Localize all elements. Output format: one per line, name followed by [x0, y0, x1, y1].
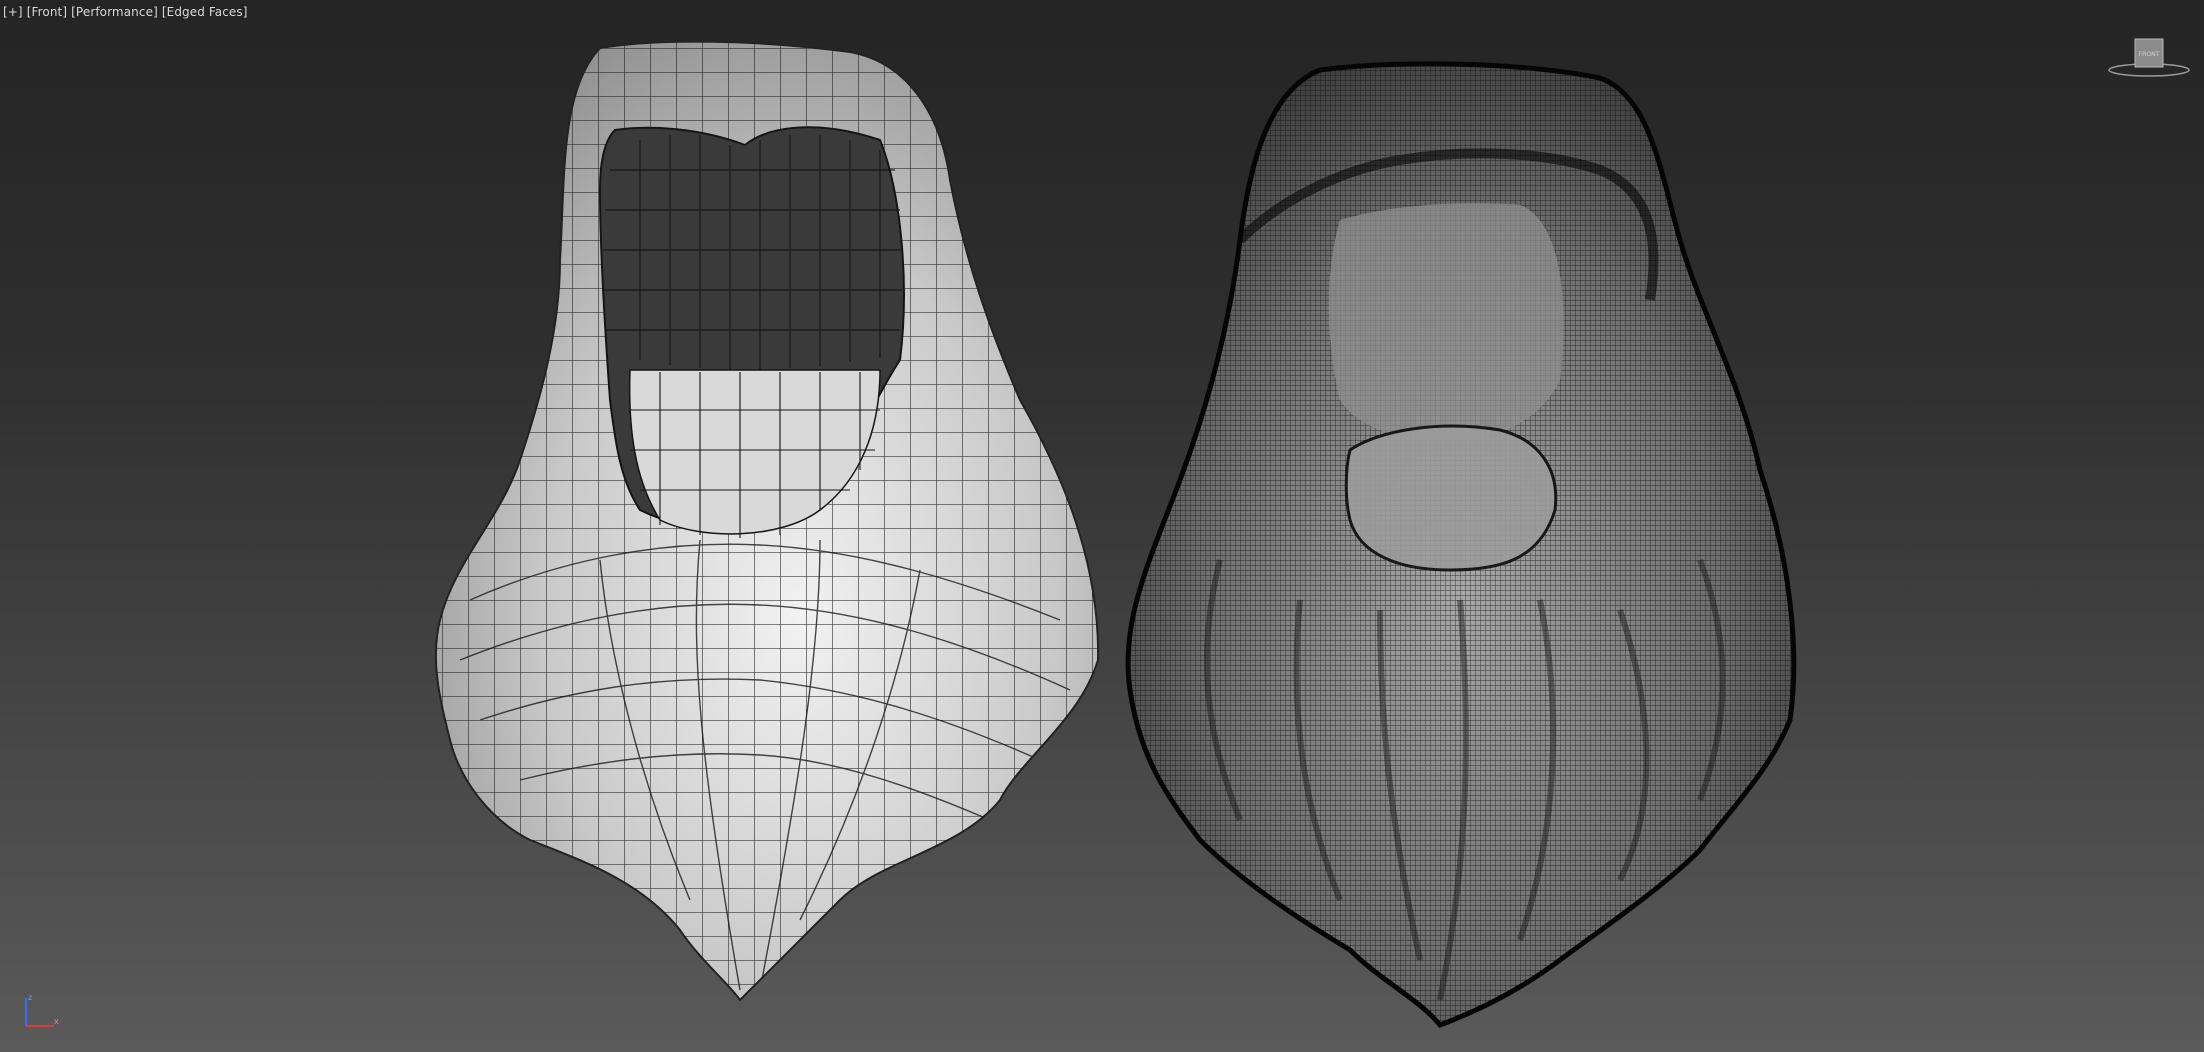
- viewport-shading-menu[interactable]: [Edged Faces]: [162, 5, 248, 19]
- 3d-viewport[interactable]: [+] [Front] [Performance] [Edged Faces] …: [0, 0, 2204, 1052]
- viewport-label-menu: [+] [Front] [Performance] [Edged Faces]: [3, 5, 248, 19]
- viewport-view-menu[interactable]: [Front]: [27, 5, 67, 19]
- scene-canvas[interactable]: [0, 0, 2204, 1052]
- high-poly-beard-mesh[interactable]: [1120, 50, 1820, 1050]
- axis-x-label: x: [54, 1017, 59, 1026]
- viewport-general-menu[interactable]: [+]: [3, 5, 23, 19]
- viewcube-icon[interactable]: FRONT: [2106, 36, 2192, 82]
- axis-tripod-icon: z x: [25, 993, 59, 1027]
- viewport-mode-menu[interactable]: [Performance]: [71, 5, 158, 19]
- viewcube-face-label: FRONT: [2139, 51, 2160, 58]
- axis-z-label: z: [28, 993, 32, 1002]
- low-poly-beard-mesh[interactable]: [420, 30, 1120, 1030]
